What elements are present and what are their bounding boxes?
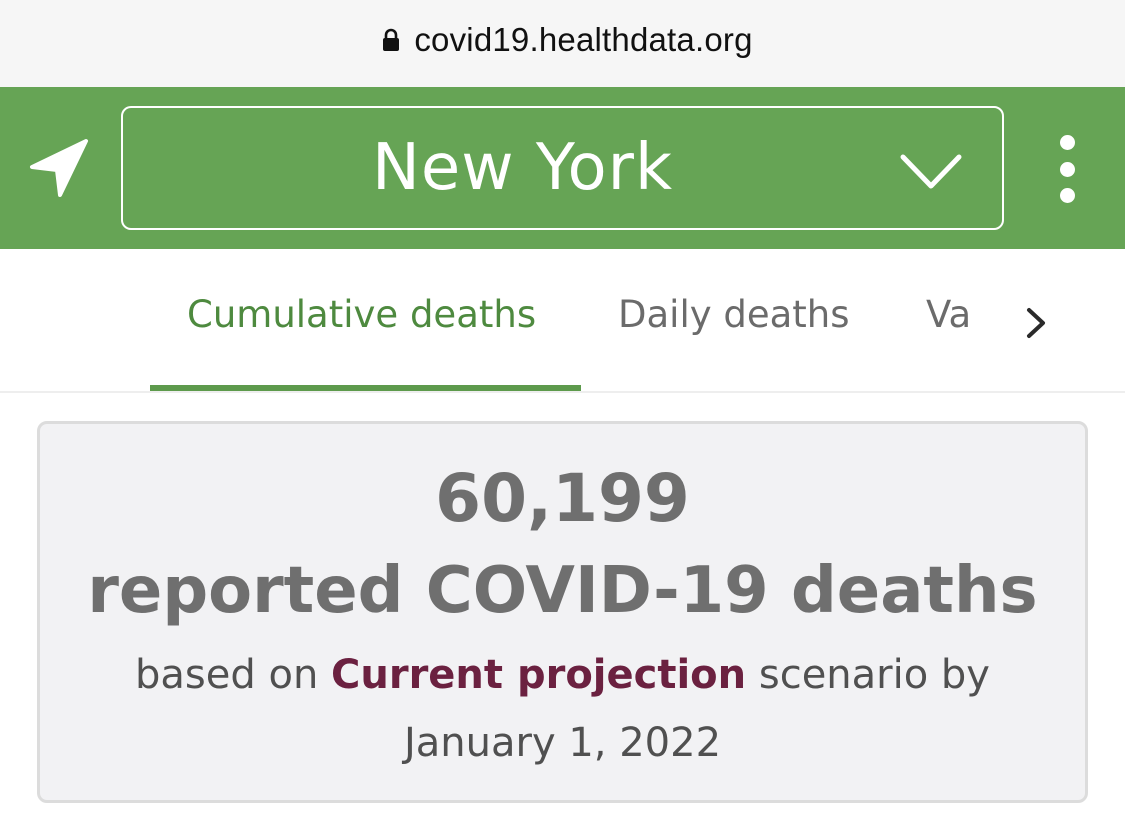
url-text: covid19.healthdata.org: [414, 20, 753, 58]
chevron-right-icon: [1027, 308, 1045, 338]
browser-url-bar[interactable]: covid19.healthdata.org: [0, 0, 1125, 87]
lock-icon: [383, 28, 400, 51]
tab-vaccinations[interactable]: Va: [926, 293, 971, 336]
tab-cumulative-deaths[interactable]: Cumulative deaths: [187, 293, 536, 336]
summary-card: 60,199 reported COVID-19 deaths based on…: [37, 421, 1088, 803]
scenario-suffix: scenario by: [758, 652, 990, 698]
active-tab-indicator: [150, 385, 581, 391]
scenario-line: based on Current projection scenario by: [40, 652, 1085, 698]
kebab-menu-button[interactable]: [1050, 129, 1084, 209]
death-count-label: reported COVID-19 deaths: [87, 554, 1038, 628]
tabs-scroll-right-button[interactable]: [1016, 301, 1056, 345]
kebab-menu-icon: [1059, 135, 1075, 150]
kebab-menu-icon-dot: [1059, 188, 1075, 203]
chevron-down-icon: [900, 154, 962, 189]
kebab-menu-icon-dot: [1059, 161, 1075, 177]
scenario-prefix: based on: [135, 652, 319, 698]
navigation-arrow-icon: [30, 139, 88, 197]
tab-daily-deaths[interactable]: Daily deaths: [618, 293, 850, 336]
location-name: New York: [371, 131, 674, 205]
projection-date: January 1, 2022: [403, 720, 722, 766]
metric-tabs: Cumulative deaths Daily deaths Va: [0, 249, 1125, 393]
scenario-link[interactable]: Current projection: [331, 652, 746, 698]
url-wrap: covid19.healthdata.org: [382, 21, 752, 59]
current-location-button[interactable]: [26, 135, 92, 201]
location-dropdown[interactable]: New York: [121, 106, 1004, 230]
death-count: 60,199: [435, 460, 690, 537]
app-header: New York: [0, 87, 1125, 249]
